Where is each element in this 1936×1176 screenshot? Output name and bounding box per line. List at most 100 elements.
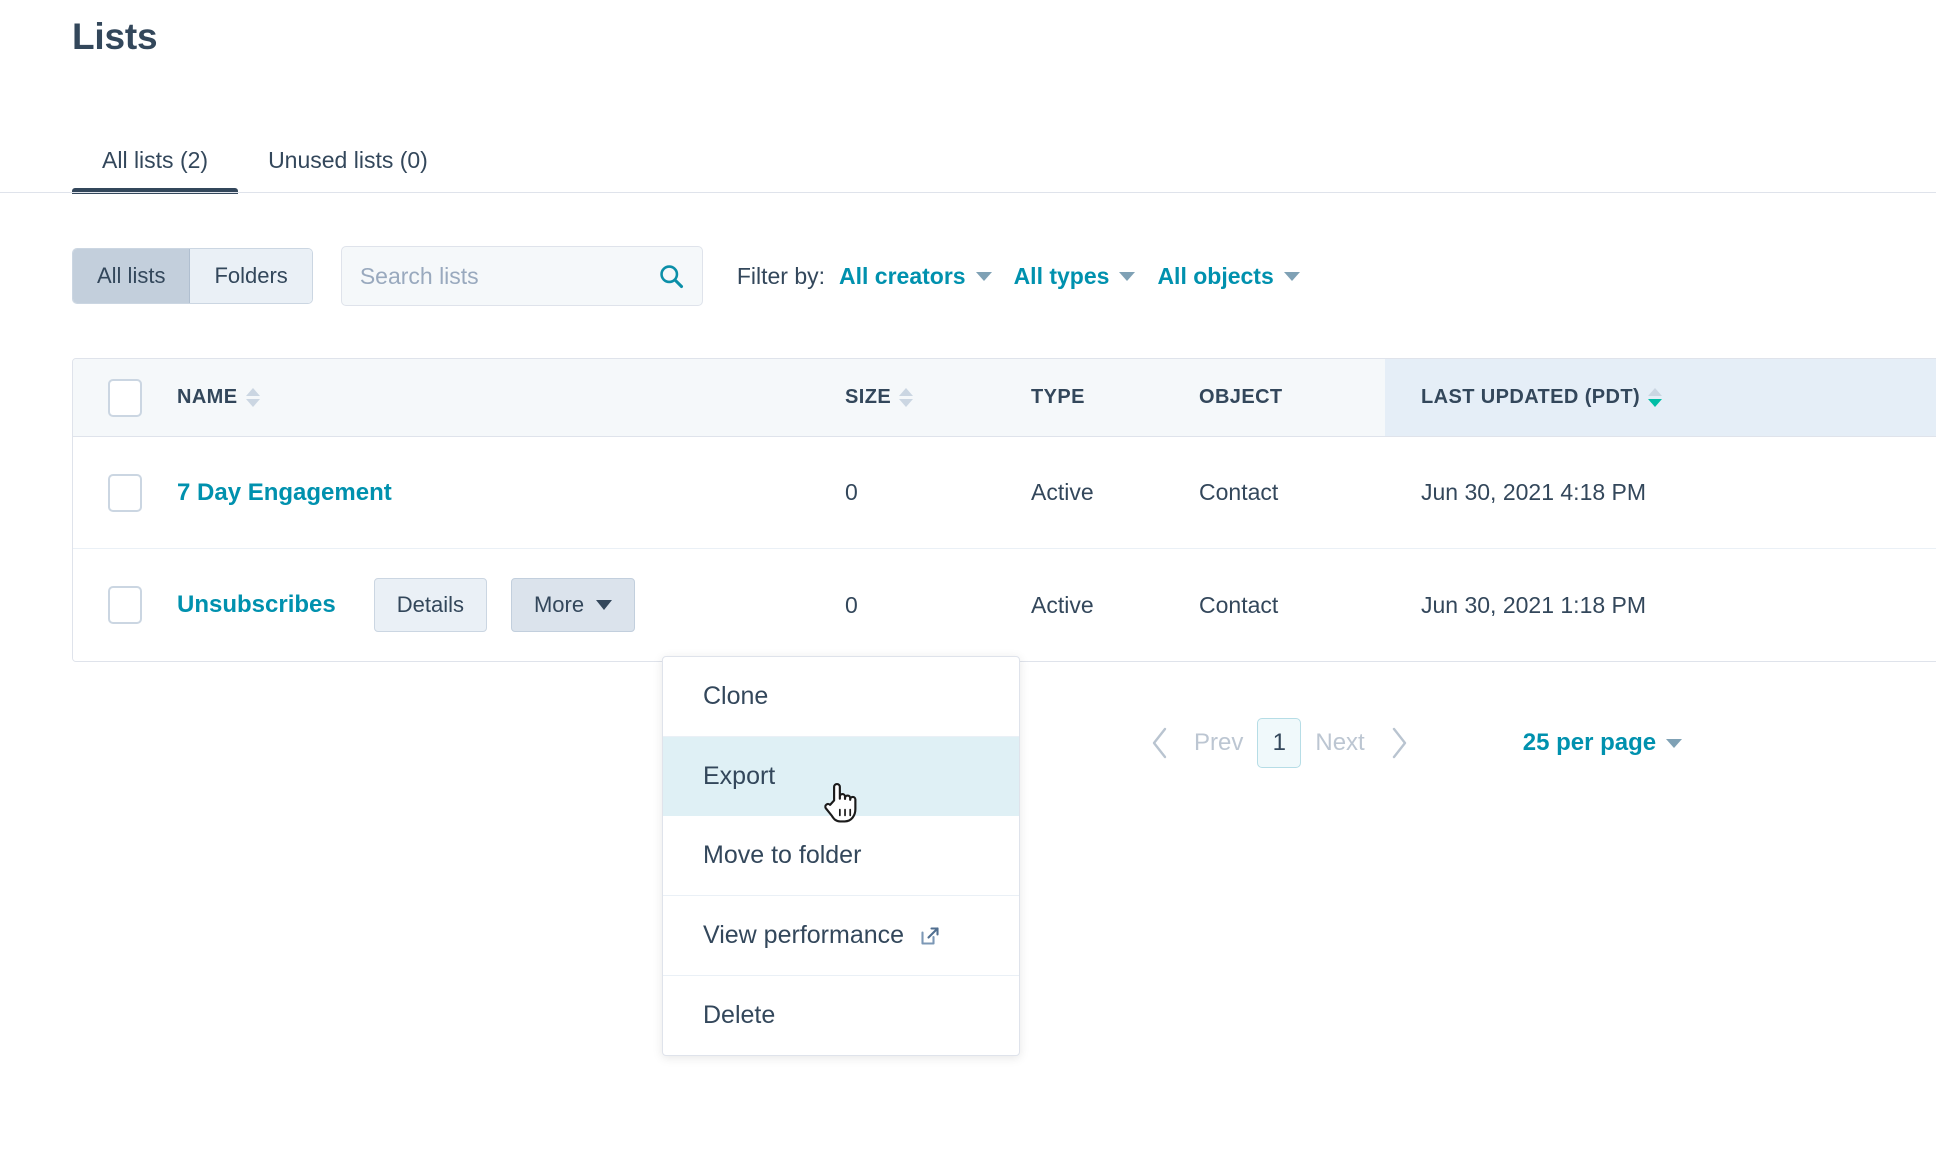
menu-item-delete-label: Delete xyxy=(703,1001,776,1029)
chevron-down-icon xyxy=(1283,271,1300,281)
row-updated-cell: Jun 30, 2021 4:18 PM xyxy=(1385,437,1936,548)
pagination-prev-button[interactable]: Prev xyxy=(1194,729,1243,757)
pagination-next-button[interactable]: Next xyxy=(1315,729,1364,757)
row-type-cell: Active xyxy=(1031,479,1199,506)
menu-item-clone-label: Clone xyxy=(703,682,769,710)
pagination-next-arrow-icon[interactable] xyxy=(1379,721,1419,765)
page-title: Lists xyxy=(72,16,158,57)
chevron-down-icon xyxy=(1666,738,1683,748)
segment-folders-label: Folders xyxy=(214,263,288,288)
filter-by-label: Filter by: xyxy=(736,262,825,289)
details-button[interactable]: Details xyxy=(373,578,487,632)
external-link-icon xyxy=(918,924,942,948)
chevron-down-icon xyxy=(975,271,992,281)
chevron-down-icon xyxy=(1119,271,1136,281)
row-select-cell xyxy=(73,586,177,624)
row-checkbox[interactable] xyxy=(108,586,142,624)
pagination: Prev 1 Next 25 per page xyxy=(1140,718,1683,768)
list-name-link[interactable]: Unsubscribes xyxy=(177,591,336,619)
menu-item-export-label: Export xyxy=(703,762,776,790)
column-header-last-updated[interactable]: LAST UPDATED (PDT) xyxy=(1385,359,1936,436)
row-updated-value: Jun 30, 2021 4:18 PM xyxy=(1421,479,1647,505)
filter-all-creators[interactable]: All creators xyxy=(839,263,992,290)
filter-bar: Filter by: All creators All types All ob… xyxy=(737,263,1322,290)
table-row[interactable]: 7 Day Engagement 0 Active Contact Jun 30… xyxy=(73,437,1936,549)
row-object-cell: Contact xyxy=(1199,592,1385,619)
filter-all-objects[interactable]: All objects xyxy=(1157,262,1300,290)
row-object-value: Contact xyxy=(1199,479,1279,505)
menu-item-move-to-folder[interactable]: Move to folder xyxy=(663,816,1019,895)
menu-group: Clone xyxy=(663,657,1019,737)
table-row[interactable]: Unsubscribes Details More 0 Active Conta… xyxy=(73,549,1936,661)
column-header-type: TYPE xyxy=(1031,386,1199,409)
column-header-last-updated-label: LAST UPDATED (PDT) xyxy=(1421,386,1641,408)
menu-item-delete[interactable]: Delete xyxy=(663,976,1019,1055)
menu-item-view-performance[interactable]: View performance xyxy=(663,896,1019,975)
menu-item-export[interactable]: Export xyxy=(663,737,1019,816)
row-updated-value: Jun 30, 2021 1:18 PM xyxy=(1421,591,1647,618)
tab-unused-lists-label: Unused lists (0) xyxy=(268,147,428,173)
row-select-cell xyxy=(73,473,177,512)
tab-all-lists[interactable]: All lists (2) xyxy=(72,147,239,194)
segment-folders[interactable]: Folders xyxy=(190,249,312,303)
more-button-label: More xyxy=(533,592,585,617)
filter-all-objects-label: All objects xyxy=(1157,262,1274,289)
pagination-page-1[interactable]: 1 xyxy=(1257,718,1302,768)
tab-unused-lists[interactable]: Unused lists (0) xyxy=(238,149,458,194)
table-header-row: NAME SIZE TYPE OBJECT LAST UPDATED (PDT) xyxy=(73,359,1936,437)
column-header-type-label: TYPE xyxy=(1031,386,1085,408)
row-size-cell: 0 xyxy=(845,592,1031,619)
lists-table: NAME SIZE TYPE OBJECT LAST UPDATED (PDT)… xyxy=(72,358,1936,662)
details-button-label: Details xyxy=(396,592,464,617)
menu-item-clone[interactable]: Clone xyxy=(663,657,1019,736)
row-updated-cell: Jun 30, 2021 1:18 PM xyxy=(1385,549,1936,661)
view-mode-segmented-control: All lists Folders xyxy=(72,248,313,304)
per-page-label: 25 per page xyxy=(1522,729,1657,756)
row-action-buttons: Details More xyxy=(373,578,659,632)
lists-page: Lists All lists (2) Unused lists (0) All… xyxy=(0,0,1936,1176)
column-header-object-label: OBJECT xyxy=(1199,386,1283,408)
sort-arrows-icon[interactable] xyxy=(1648,388,1663,407)
menu-item-view-performance-label: View performance xyxy=(703,921,905,949)
lists-toolbar: All lists Folders Filter by: All creator… xyxy=(72,246,1322,306)
row-type-cell: Active xyxy=(1031,592,1199,619)
row-checkbox[interactable] xyxy=(108,473,142,512)
row-object-value: Contact xyxy=(1199,591,1279,618)
row-name-cell: Unsubscribes Details More xyxy=(177,578,845,632)
filter-all-types[interactable]: All types xyxy=(1014,263,1136,290)
column-header-name[interactable]: NAME xyxy=(177,386,845,409)
search-input[interactable] xyxy=(340,246,703,306)
menu-group: Delete xyxy=(663,976,1019,1055)
column-header-size-label: SIZE xyxy=(845,386,892,408)
list-name-link[interactable]: 7 Day Engagement xyxy=(177,479,392,507)
row-type-value: Active xyxy=(1031,591,1094,618)
per-page-selector[interactable]: 25 per page xyxy=(1522,729,1683,757)
row-size-cell: 0 xyxy=(845,479,1031,506)
menu-group: View performance xyxy=(663,896,1019,976)
column-header-name-label: NAME xyxy=(177,386,238,408)
row-size-value: 0 xyxy=(845,479,858,505)
sort-arrows-icon[interactable] xyxy=(245,388,260,407)
row-name-cell: 7 Day Engagement xyxy=(177,479,845,507)
segment-all-lists[interactable]: All lists xyxy=(73,249,191,303)
more-button[interactable]: More xyxy=(510,578,636,632)
select-all-cell xyxy=(73,378,177,417)
select-all-checkbox[interactable] xyxy=(108,378,142,417)
column-header-size[interactable]: SIZE xyxy=(845,386,1031,409)
column-header-object: OBJECT xyxy=(1199,386,1385,409)
menu-item-move-to-folder-label: Move to folder xyxy=(703,841,862,869)
filter-all-creators-label: All creators xyxy=(839,262,966,289)
search-field xyxy=(340,246,703,306)
search-icon[interactable] xyxy=(657,262,685,290)
pagination-prev-arrow-icon[interactable] xyxy=(1140,721,1180,765)
row-type-value: Active xyxy=(1031,479,1094,505)
chevron-down-icon xyxy=(596,600,613,610)
segment-all-lists-label: All lists xyxy=(97,263,166,288)
tab-bar-divider xyxy=(0,192,1936,193)
tab-all-lists-label: All lists (2) xyxy=(102,147,209,173)
more-dropdown-menu: Clone Export Move to folder View perform… xyxy=(662,656,1020,1056)
tab-bar: All lists (2) Unused lists (0) xyxy=(72,118,458,194)
menu-group: Export Move to folder xyxy=(663,737,1019,896)
filter-all-types-label: All types xyxy=(1013,262,1110,289)
sort-arrows-icon[interactable] xyxy=(899,388,914,407)
